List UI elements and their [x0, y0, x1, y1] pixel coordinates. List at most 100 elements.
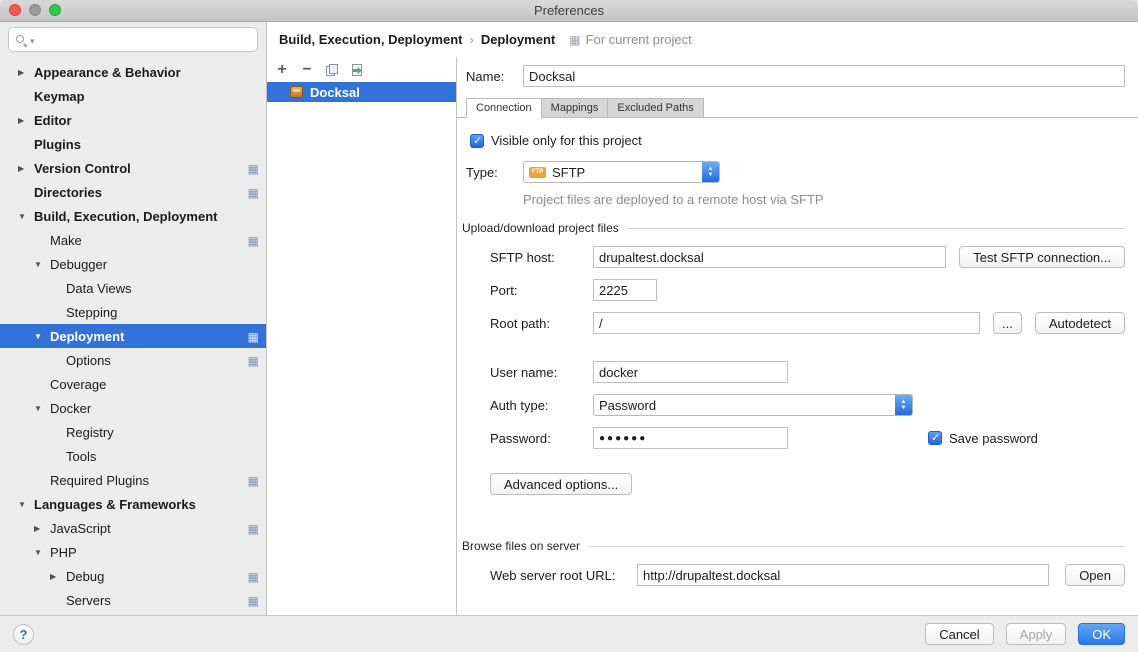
sidebar-item-build-execution-deployment[interactable]: ▼Build, Execution, Deployment — [0, 204, 266, 228]
sidebar-item-version-control[interactable]: ▶Version Control — [0, 156, 266, 180]
add-server-button[interactable] — [274, 62, 290, 78]
chevron-right-icon[interactable]: ▶ — [18, 164, 34, 173]
search-input[interactable] — [8, 27, 258, 52]
chevron-down-icon[interactable]: ▼ — [18, 500, 34, 509]
section-upload: Upload/download project files — [462, 221, 1125, 235]
sidebar-item-php[interactable]: ▼PHP — [0, 540, 266, 564]
sidebar-item-docker[interactable]: ▼Docker — [0, 396, 266, 420]
close-button[interactable] — [9, 4, 21, 16]
sidebar-item-required-plugins[interactable]: Required Plugins — [0, 468, 266, 492]
search-history-chevron-icon[interactable] — [30, 32, 35, 47]
sidebar-item-label: Version Control — [34, 161, 131, 176]
server-item-docksal[interactable]: Docksal — [267, 82, 456, 102]
save-password-checkbox[interactable] — [928, 431, 942, 445]
project-settings-icon — [248, 521, 259, 536]
root-path-input[interactable] — [593, 312, 980, 334]
sftp-host-input[interactable] — [593, 246, 946, 268]
name-row: Name: — [466, 65, 1125, 87]
visible-only-checkbox[interactable] — [470, 134, 484, 148]
sidebar-item-tools[interactable]: Tools — [0, 444, 266, 468]
deployment-form: Name: ConnectionMappingsExcluded Paths V… — [457, 57, 1138, 615]
cancel-button[interactable]: Cancel — [925, 623, 993, 645]
sidebar-item-make[interactable]: Make — [0, 228, 266, 252]
sftp-host-label: SFTP host: — [490, 250, 593, 265]
select-stepper-icon — [895, 395, 912, 415]
sidebar-item-coverage[interactable]: Coverage — [0, 372, 266, 396]
port-input[interactable] — [593, 279, 657, 301]
titlebar[interactable]: Preferences — [0, 0, 1138, 22]
test-sftp-connection-button[interactable]: Test SFTP connection... — [959, 246, 1125, 268]
copy-server-button[interactable] — [324, 62, 340, 78]
sidebar-item-label: Docker — [50, 401, 91, 416]
ok-button[interactable]: OK — [1078, 623, 1125, 645]
section-browse: Browse files on server — [462, 539, 1125, 553]
type-value: SFTP — [552, 165, 585, 180]
browse-root-path-button[interactable]: ... — [993, 312, 1022, 334]
sidebar-item-languages-frameworks[interactable]: ▼Languages & Frameworks — [0, 492, 266, 516]
chevron-down-icon[interactable]: ▼ — [34, 548, 50, 557]
type-select[interactable]: SFTP — [523, 161, 720, 183]
main-body: Docksal Name: ConnectionMappingsExcluded… — [267, 57, 1138, 615]
sidebar-item-directories[interactable]: Directories — [0, 180, 266, 204]
sidebar-item-label: Editor — [34, 113, 72, 128]
remove-server-button[interactable] — [299, 62, 315, 78]
section-browse-label: Browse files on server — [462, 539, 580, 553]
paste-icon — [350, 63, 364, 77]
breadcrumb-separator-icon: › — [469, 32, 473, 47]
sidebar-item-label: Servers — [66, 593, 111, 608]
sidebar-item-editor[interactable]: ▶Editor — [0, 108, 266, 132]
chevron-down-icon[interactable]: ▼ — [34, 332, 50, 341]
sidebar-item-plugins[interactable]: Plugins — [0, 132, 266, 156]
sidebar-item-debug[interactable]: ▶Debug — [0, 564, 266, 588]
password-input[interactable] — [593, 427, 788, 449]
zoom-button[interactable] — [49, 4, 61, 16]
footer-bar: ? Cancel Apply OK — [0, 615, 1138, 652]
sidebar-item-stepping[interactable]: Stepping — [0, 300, 266, 324]
chevron-down-icon[interactable]: ▼ — [18, 212, 34, 221]
chevron-down-icon[interactable]: ▼ — [34, 404, 50, 413]
password-row: Password: Save password — [490, 427, 1125, 449]
scope-label: For current project — [569, 32, 692, 47]
chevron-down-icon[interactable]: ▼ — [34, 260, 50, 269]
web-root-input[interactable] — [637, 564, 1049, 586]
sidebar-item-servers[interactable]: Servers — [0, 588, 266, 612]
tab-mappings[interactable]: Mappings — [541, 98, 609, 118]
sidebar-item-deployment[interactable]: ▼Deployment — [0, 324, 266, 348]
help-button[interactable]: ? — [13, 624, 34, 645]
sidebar-item-label: JavaScript — [50, 521, 111, 536]
sidebar-item-label: Appearance & Behavior — [34, 65, 181, 80]
user-name-input[interactable] — [593, 361, 788, 383]
sidebar-item-debugger[interactable]: ▼Debugger — [0, 252, 266, 276]
auth-type-select[interactable]: Password — [593, 394, 913, 416]
tab-excluded-paths[interactable]: Excluded Paths — [607, 98, 703, 118]
sidebar-item-label: Stepping — [66, 305, 117, 320]
port-label: Port: — [490, 283, 593, 298]
chevron-right-icon[interactable]: ▶ — [18, 68, 34, 77]
chevron-right-icon[interactable]: ▶ — [34, 524, 50, 533]
breadcrumb-parent[interactable]: Build, Execution, Deployment — [279, 32, 462, 47]
open-button[interactable]: Open — [1065, 564, 1125, 586]
sidebar-item-label: Debug — [66, 569, 104, 584]
sidebar-item-registry[interactable]: Registry — [0, 420, 266, 444]
tab-connection[interactable]: Connection — [466, 98, 542, 118]
sidebar-item-appearance-behavior[interactable]: ▶Appearance & Behavior — [0, 60, 266, 84]
user-name-row: User name: — [490, 361, 1125, 383]
autodetect-button[interactable]: Autodetect — [1035, 312, 1125, 334]
sidebar-item-data-views[interactable]: Data Views — [0, 276, 266, 300]
server-item-label: Docksal — [310, 85, 360, 100]
chevron-right-icon[interactable]: ▶ — [18, 116, 34, 125]
name-input[interactable] — [523, 65, 1125, 87]
sidebar-item-options[interactable]: Options — [0, 348, 266, 372]
paste-server-button[interactable] — [349, 62, 365, 78]
sidebar-item-keymap[interactable]: Keymap — [0, 84, 266, 108]
project-settings-icon — [248, 329, 259, 344]
advanced-options-button[interactable]: Advanced options... — [490, 473, 632, 495]
visible-only-row: Visible only for this project — [470, 133, 1138, 148]
apply-button[interactable]: Apply — [1006, 623, 1067, 645]
auth-type-value: Password — [599, 398, 656, 413]
section-divider — [627, 228, 1125, 229]
chevron-right-icon[interactable]: ▶ — [50, 572, 66, 581]
settings-sidebar: ▶Appearance & BehaviorKeymap▶EditorPlugi… — [0, 22, 267, 615]
save-password-group: Save password — [928, 431, 1038, 446]
sidebar-item-javascript[interactable]: ▶JavaScript — [0, 516, 266, 540]
